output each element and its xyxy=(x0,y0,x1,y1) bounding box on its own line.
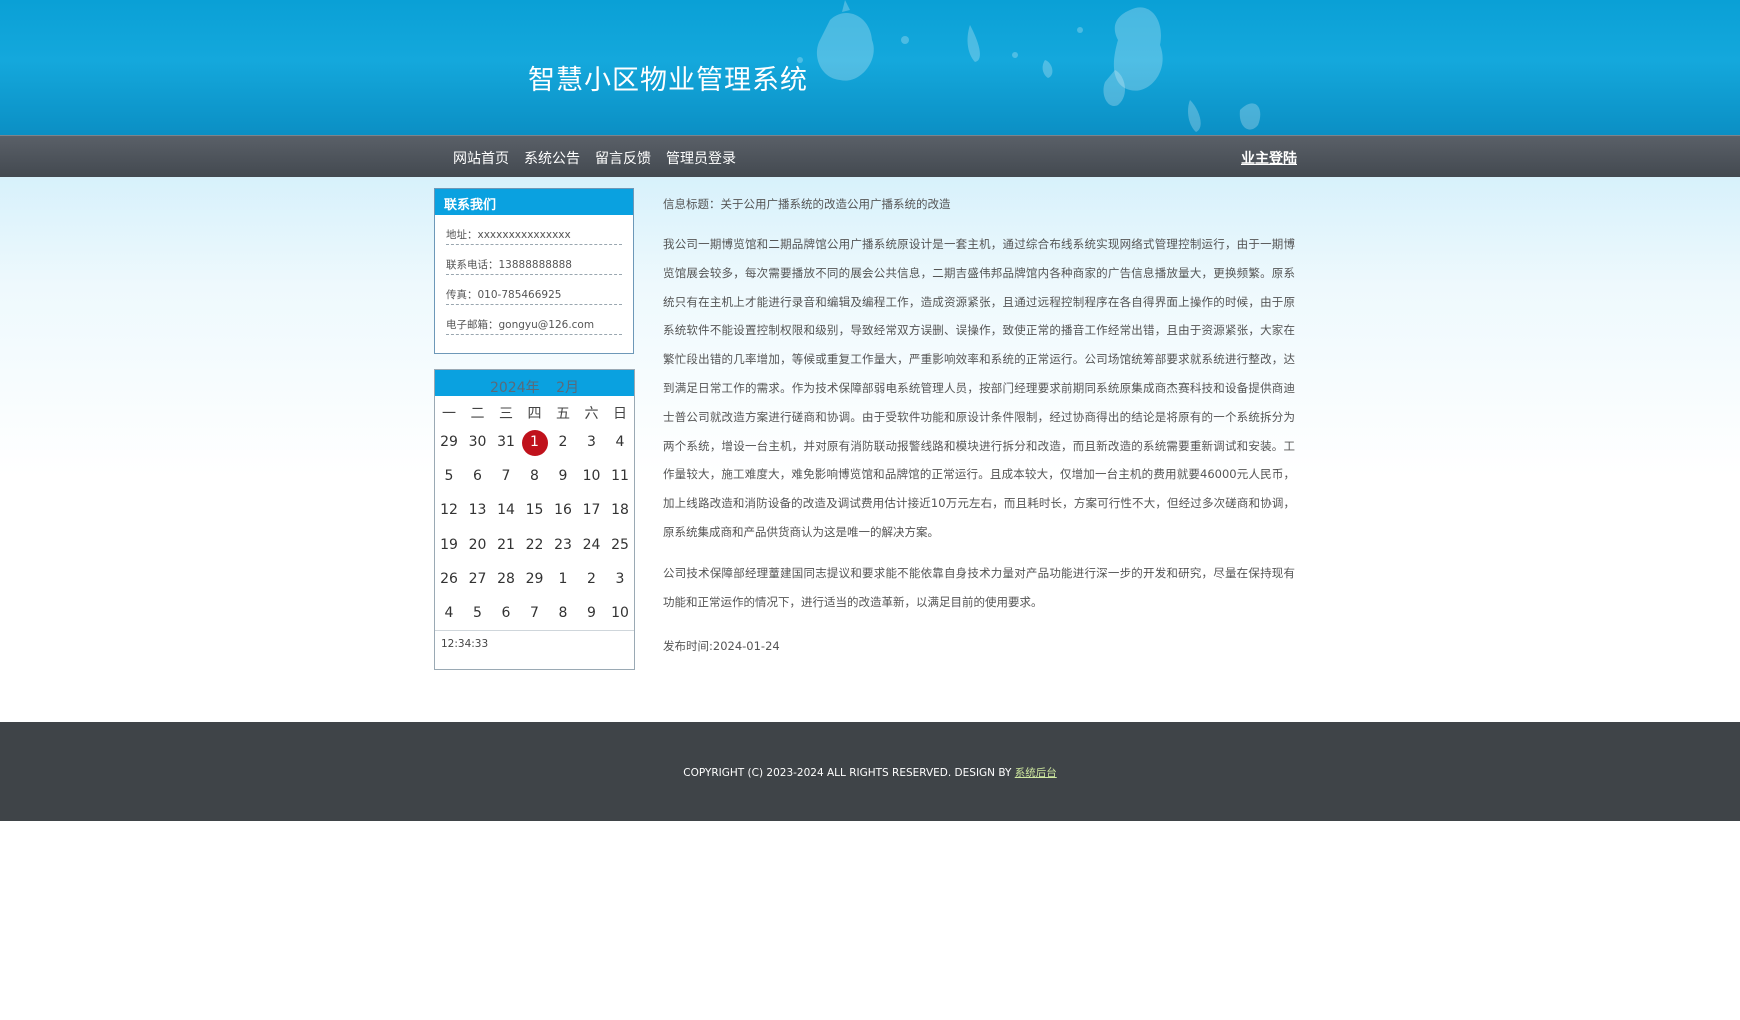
calendar-day[interactable]: 21 xyxy=(492,537,520,553)
calendar-day[interactable]: 29 xyxy=(521,571,549,587)
contact-fax: 传真：010-785466925 xyxy=(446,275,622,305)
calendar-day[interactable]: 18 xyxy=(606,502,634,518)
calendar-day[interactable]: 15 xyxy=(521,502,549,518)
contact-panel: 联系我们 地址：xxxxxxxxxxxxxxx 联系电话：13888888888… xyxy=(434,188,634,354)
calendar-day[interactable]: 9 xyxy=(549,468,577,484)
footer: COPYRIGHT (C) 2023-2024 ALL RIGHTS RESER… xyxy=(0,722,1740,821)
calendar-day[interactable]: 8 xyxy=(521,468,549,484)
calendar-year[interactable]: 2024年 xyxy=(490,380,540,396)
page: 智慧小区物业管理系统 网站首页 系统公告 留言反馈 管理员登录 业主登陆 联系我… xyxy=(0,0,1740,1020)
calendar-day[interactable]: 13 xyxy=(464,502,492,518)
calendar-weekday: 一 xyxy=(442,406,456,422)
calendar-day[interactable]: 20 xyxy=(464,537,492,553)
calendar-day[interactable]: 31 xyxy=(492,434,520,450)
calendar-day[interactable]: 8 xyxy=(549,605,577,621)
admin-backend-link[interactable]: 系统后台 xyxy=(1015,767,1057,779)
splatter-decoration xyxy=(797,0,1261,132)
calendar-day[interactable]: 2 xyxy=(549,434,577,450)
calendar-day[interactable]: 2 xyxy=(578,571,606,587)
calendar-day[interactable]: 7 xyxy=(521,605,549,621)
publish-time: 发布时间:2024-01-24 xyxy=(663,639,780,654)
calendar-day[interactable]: 7 xyxy=(492,468,520,484)
article-paragraph: 我公司一期博览馆和二期品牌馆公用广播系统原设计是一套主机，通过综合布线系统实现网… xyxy=(663,237,1295,539)
calendar-day[interactable]: 10 xyxy=(578,468,606,484)
calendar-day[interactable]: 23 xyxy=(549,537,577,553)
footer-copyright: COPYRIGHT (C) 2023-2024 ALL RIGHTS RESER… xyxy=(0,765,1740,780)
contact-address: 地址：xxxxxxxxxxxxxxx xyxy=(446,215,622,245)
calendar-day[interactable]: 27 xyxy=(464,571,492,587)
owner-login-link[interactable]: 业主登陆 xyxy=(1241,148,1297,168)
calendar-day[interactable]: 5 xyxy=(435,468,463,484)
calendar-month[interactable]: 2月 xyxy=(556,380,579,396)
header-banner: 智慧小区物业管理系统 xyxy=(0,0,1740,135)
nav-item-admin-login[interactable]: 管理员登录 xyxy=(666,148,736,168)
nav-bar: 网站首页 系统公告 留言反馈 管理员登录 业主登陆 xyxy=(0,135,1740,177)
calendar-day[interactable]: 11 xyxy=(606,468,634,484)
calendar-day[interactable]: 4 xyxy=(606,434,634,450)
calendar-divider xyxy=(435,630,634,631)
calendar-day[interactable]: 16 xyxy=(549,502,577,518)
calendar-day[interactable]: 10 xyxy=(606,605,634,621)
calendar-day[interactable]: 1 xyxy=(549,571,577,587)
calendar-day[interactable]: 28 xyxy=(492,571,520,587)
calendar-day[interactable]: 6 xyxy=(492,605,520,621)
calendar-header: 2024年 2月 xyxy=(435,370,634,396)
nav-item-home[interactable]: 网站首页 xyxy=(453,148,509,168)
calendar-day[interactable]: 22 xyxy=(521,537,549,553)
article: 信息标题：关于公用广播系统的改造公用广播系统的改造 我公司一期博览馆和二期品牌馆… xyxy=(663,196,1295,654)
calendar-day[interactable]: 4 xyxy=(435,605,463,621)
calendar-day[interactable]: 1 xyxy=(521,434,549,450)
calendar-weekday: 四 xyxy=(527,406,542,422)
calendar-weekday: 六 xyxy=(584,406,599,422)
calendar-day[interactable]: 24 xyxy=(578,537,606,553)
calendar-weekday: 日 xyxy=(613,406,627,422)
calendar-day[interactable]: 25 xyxy=(606,537,634,553)
calendar-grid: 一二三四五六日 29 30 31 1 2 3 4 5 6 7 8 9 10 11 12 13 14 15 16 17 18… xyxy=(435,396,634,632)
calendar-day[interactable]: 29 xyxy=(435,434,463,450)
calendar-day[interactable]: 12 xyxy=(435,502,463,518)
calendar-day[interactable]: 6 xyxy=(464,468,492,484)
contact-title: 联系我们 xyxy=(435,189,633,215)
calendar-day[interactable]: 17 xyxy=(578,502,606,518)
calendar-weekday: 二 xyxy=(470,406,485,422)
calendar-day[interactable]: 19 xyxy=(435,537,463,553)
contact-phone: 联系电话：13888888888 xyxy=(446,245,622,275)
copyright-text: COPYRIGHT (C) 2023-2024 ALL RIGHTS RESER… xyxy=(683,767,1015,779)
article-title: 信息标题：关于公用广播系统的改造公用广播系统的改造 xyxy=(663,197,951,211)
contact-email: 电子邮箱：gongyu@126.com xyxy=(446,305,622,335)
calendar-weekday: 五 xyxy=(556,406,570,422)
calendar-day[interactable]: 3 xyxy=(606,571,634,587)
calendar-weekday: 三 xyxy=(499,406,513,422)
nav-item-announcements[interactable]: 系统公告 xyxy=(524,148,580,168)
calendar-day[interactable]: 5 xyxy=(464,605,492,621)
calendar-day[interactable]: 30 xyxy=(464,434,492,450)
calendar-day[interactable]: 26 xyxy=(435,571,463,587)
calendar-widget: 2024年 2月 一二三四五六日 29 30 31 1 2 3 4 5 6 7 8 9 10 11 12 13 1… xyxy=(434,369,635,670)
nav-item-feedback[interactable]: 留言反馈 xyxy=(595,148,651,168)
calendar-day[interactable]: 9 xyxy=(578,605,606,621)
article-paragraph: 公司技术保障部经理蕫建国同志提议和要求能不能依靠自身技术力量对产品功能进行深一步… xyxy=(663,565,1295,609)
site-title: 智慧小区物业管理系统 xyxy=(528,65,808,96)
calendar-day[interactable]: 3 xyxy=(578,434,606,450)
calendar-clock: 12:34:33 xyxy=(441,638,489,650)
calendar-day[interactable]: 14 xyxy=(492,502,520,518)
